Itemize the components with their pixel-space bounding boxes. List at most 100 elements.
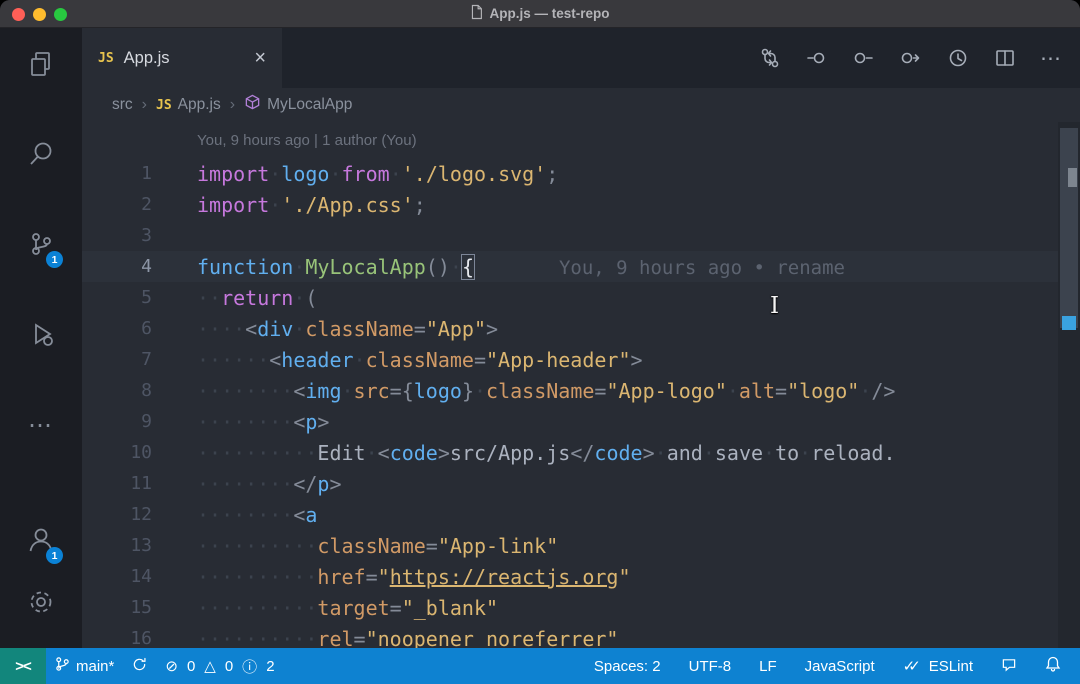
accounts-button[interactable]: 1 (21, 524, 61, 560)
sidebar-item-source-control[interactable]: 1 (21, 228, 61, 264)
breadcrumb: src › JS App.js › MyLocalApp (82, 88, 1080, 122)
code-line-5[interactable]: 5··return·( (82, 282, 1080, 313)
encoding-status-item[interactable]: UTF-8 (680, 648, 741, 684)
code-line-2[interactable]: 2import·'./App.css'; (82, 189, 1080, 220)
gitlens-codelens[interactable]: You, 9 hours ago | 1 author (You) (82, 122, 1080, 158)
scrollbar-thumb[interactable] (1060, 128, 1078, 328)
code-token: className (486, 379, 594, 403)
code-text: ··········Edit·<code>src/App.js</code>·a… (197, 441, 896, 465)
code-token: ·········· (197, 565, 317, 589)
indentation-status-item[interactable]: Spaces: 2 (585, 648, 670, 684)
branch-name: main* (76, 658, 114, 675)
notifications-status-item[interactable] (1036, 648, 1070, 684)
code-line-1[interactable]: 1import·logo·from·'./logo.svg'; (82, 158, 1080, 189)
remote-indicator[interactable]: >< (0, 648, 46, 684)
previous-change-icon[interactable] (805, 46, 829, 70)
code-line-6[interactable]: 6····<div·className="App"> (82, 313, 1080, 344)
code-token: reload. (811, 441, 895, 465)
open-changes-icon[interactable] (852, 46, 876, 70)
tab-label: App.js (124, 49, 170, 68)
code-line-9[interactable]: 9········<p> (82, 406, 1080, 437)
sidebar-item-run-debug[interactable] (21, 318, 61, 354)
line-number: 16 (82, 628, 152, 648)
code-token: < (245, 317, 257, 341)
code-token: ···· (197, 317, 245, 341)
more-actions-icon[interactable]: ⋯ (1040, 46, 1062, 71)
code-token: < (293, 503, 305, 527)
info-count: 2 (266, 658, 274, 675)
code-token: { (462, 255, 474, 279)
vertical-scrollbar[interactable] (1058, 122, 1080, 648)
line-number: 13 (82, 535, 152, 556)
overview-ruler-change-marker (1068, 168, 1077, 187)
line-number: 10 (82, 442, 152, 463)
code-line-14[interactable]: 14··········href="https://reactjs.org" (82, 561, 1080, 592)
code-token: ; (546, 162, 558, 186)
eslint-status-item[interactable]: ✓✓ ESLint (894, 648, 982, 684)
code-line-10[interactable]: 10··········Edit·<code>src/App.js</code>… (82, 437, 1080, 468)
code-token: · (269, 193, 281, 217)
code-line-4[interactable]: 4function·MyLocalApp()·{You, 9 hours ago… (82, 251, 1080, 282)
sync-status-item[interactable] (123, 648, 156, 684)
error-count: 0 (187, 658, 195, 675)
close-tab-icon[interactable]: × (254, 48, 266, 68)
code-token: logo (414, 379, 462, 403)
code-line-13[interactable]: 13 ··········className="App-link" (82, 530, 1080, 561)
breadcrumb-mylocalapp[interactable]: MyLocalApp (244, 94, 352, 116)
code-line-15[interactable]: 15··········target="_blank" (82, 592, 1080, 623)
breadcrumb-src[interactable]: src (112, 96, 133, 114)
branch-icon (55, 656, 70, 676)
problems-status-item[interactable]: ⊘ 0 △ 0 ⓘ 2 (156, 648, 286, 684)
code-token: p (305, 410, 317, 434)
code-token: className (317, 534, 425, 558)
code-token: · (655, 441, 667, 465)
next-change-icon[interactable] (899, 46, 923, 70)
code-text: ··········className="App-link" (197, 534, 558, 558)
code-text: ········<img·src={logo}·className="App-l… (197, 379, 895, 403)
minimize-window-button[interactable] (33, 8, 46, 21)
settings-button[interactable] (21, 586, 61, 622)
code-editor[interactable]: You, 9 hours ago | 1 author (You) 1impor… (82, 122, 1080, 648)
window-title-text: App.js — test-repo (489, 6, 609, 21)
files-icon (25, 48, 57, 85)
code-token: p (317, 472, 329, 496)
git-compare-icon[interactable] (758, 46, 782, 70)
eol-status-item[interactable]: LF (750, 648, 786, 684)
code-line-12[interactable]: 12········<a (82, 499, 1080, 530)
code-token: · (763, 441, 775, 465)
chevron-right-icon: › (230, 96, 235, 114)
close-window-button[interactable] (12, 8, 25, 21)
split-editor-icon[interactable] (993, 46, 1017, 70)
code-token: = (414, 317, 426, 341)
code-token: a (305, 503, 317, 527)
feedback-status-item[interactable] (992, 648, 1026, 684)
zoom-window-button[interactable] (54, 8, 67, 21)
code-token: </ (293, 472, 317, 496)
code-token: () (426, 255, 450, 279)
code-line-8[interactable]: 8········<img·src={logo}·className="App-… (82, 375, 1080, 406)
sidebar-item-search[interactable] (21, 138, 61, 174)
language-status-item[interactable]: JavaScript (796, 648, 884, 684)
branch-status-item[interactable]: main* (46, 648, 123, 684)
more-views-icon: ⋯ (28, 421, 54, 431)
code-token: src (354, 379, 390, 403)
code-line-11[interactable]: 11········</p> (82, 468, 1080, 499)
code-line-3[interactable]: 3 (82, 220, 1080, 251)
code-token: · (366, 441, 378, 465)
code-token: > (643, 441, 655, 465)
code-token: target (317, 596, 389, 620)
code-token: = (426, 534, 438, 558)
code-line-16[interactable]: 16··········rel="noopener noreferrer" (82, 623, 1080, 648)
code-token: code (594, 441, 642, 465)
code-token: className (366, 348, 474, 372)
file-history-icon[interactable] (946, 46, 970, 70)
code-token: " (618, 565, 630, 589)
code-line-7[interactable]: 7······<header·className="App-header"> (82, 344, 1080, 375)
status-bar: >< main* ⊘ 0 △ 0 ⓘ 2 Spaces: 2 UTF-8 LF … (0, 648, 1080, 684)
tab-appjs[interactable]: JS App.js × (82, 28, 282, 88)
sidebar-item-explorer[interactable] (21, 48, 61, 84)
code-token: ; (414, 193, 426, 217)
line-number: 4 (82, 256, 152, 277)
sidebar-item-more-views[interactable]: ⋯ (21, 408, 61, 444)
breadcrumb-appjs[interactable]: JS App.js (156, 96, 221, 114)
